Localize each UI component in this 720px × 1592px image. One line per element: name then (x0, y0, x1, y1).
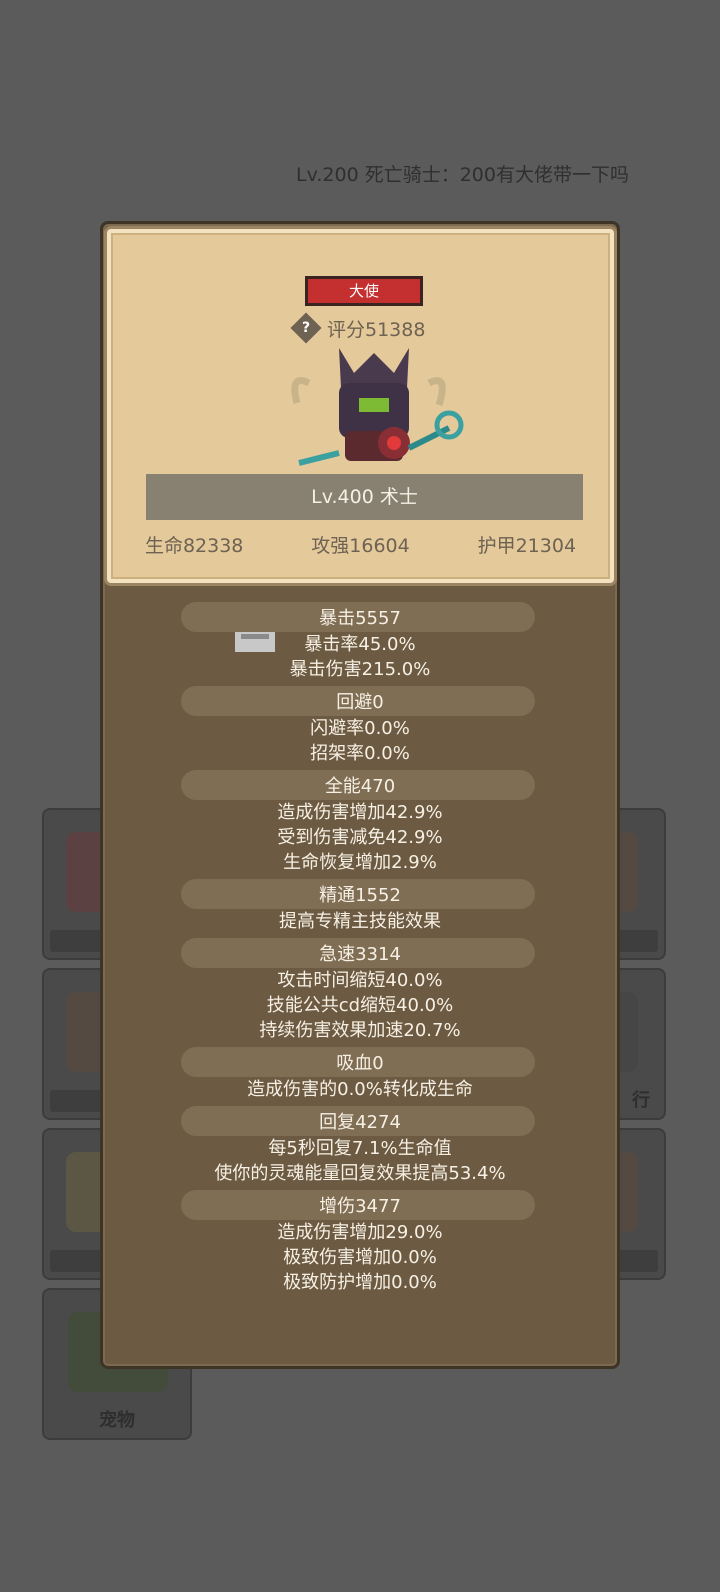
attr-line: 技能公共cd缩短40.0% (266, 995, 454, 1016)
attr-header-mastery: 精通1552 (319, 885, 401, 906)
attr-line: 暴击率45.0% (304, 634, 416, 655)
attr-line: 极致伤害增加0.0% (283, 1247, 437, 1268)
attr-header-lifesteal: 吸血0 (336, 1053, 384, 1074)
attr-header-avoid: 回避0 (336, 692, 384, 713)
character-detail-panel: 大使 ? 评分51388 Lv.400 术士 生命82338 攻强16604 护… (100, 221, 620, 1369)
attr-header-crit: 暴击5557 (319, 608, 401, 629)
attr-header-versatility: 全能470 (324, 776, 396, 797)
warlock-hero-sprite (291, 348, 464, 466)
attr-line: 受到伤害减免42.9% (277, 827, 443, 848)
character-card: 大使 ? 评分51388 Lv.400 术士 生命82338 攻强16604 护… (107, 229, 614, 583)
title-badge: 大使 (305, 276, 423, 306)
attack-stat: 攻强16604 (311, 535, 410, 557)
attr-line: 招架率0.0% (310, 743, 410, 764)
score-row: ? 评分51388 (290, 312, 426, 344)
attr-line: 使你的灵魂能量回复效果提高53.4% (214, 1163, 506, 1184)
core-stats-row: 生命82338 攻强16604 护甲21304 (111, 531, 610, 558)
pet-slot-label: 宠物 (99, 1410, 135, 1431)
attr-header-haste: 急速3314 (319, 944, 401, 965)
character-name-bar: Lv.400 术士 (146, 474, 583, 520)
attr-line: 极致防护增加0.0% (283, 1272, 437, 1293)
slot-right-2-label: 行 (632, 1090, 650, 1111)
attr-line: 持续伤害效果加速20.7% (259, 1020, 461, 1041)
chat-message: Lv.200 死亡骑士：200有大佬带一下吗 (296, 164, 629, 186)
attr-line: 造成伤害增加29.0% (277, 1222, 443, 1243)
attr-line: 造成伤害增加42.9% (277, 802, 443, 823)
hp-stat: 生命82338 (144, 535, 244, 557)
attr-line: 攻击时间缩短40.0% (277, 970, 443, 991)
attr-line: 提高专精主技能效果 (279, 911, 441, 932)
attr-line: 生命恢复增加2.9% (283, 852, 437, 873)
attr-line: 暴击伤害215.0% (289, 659, 431, 680)
help-icon[interactable]: ? (290, 312, 322, 344)
score-text: 评分51388 (327, 318, 426, 341)
attr-header-regen: 回复4274 (319, 1112, 401, 1133)
attr-header-damage-boost: 增伤3477 (319, 1196, 401, 1217)
attr-line: 闪避率0.0% (310, 718, 410, 739)
attr-line: 每5秒回复7.1%生命值 (268, 1138, 452, 1159)
attr-line: 造成伤害的0.0%转化成生命 (247, 1079, 473, 1100)
armor-stat: 护甲21304 (477, 535, 577, 557)
